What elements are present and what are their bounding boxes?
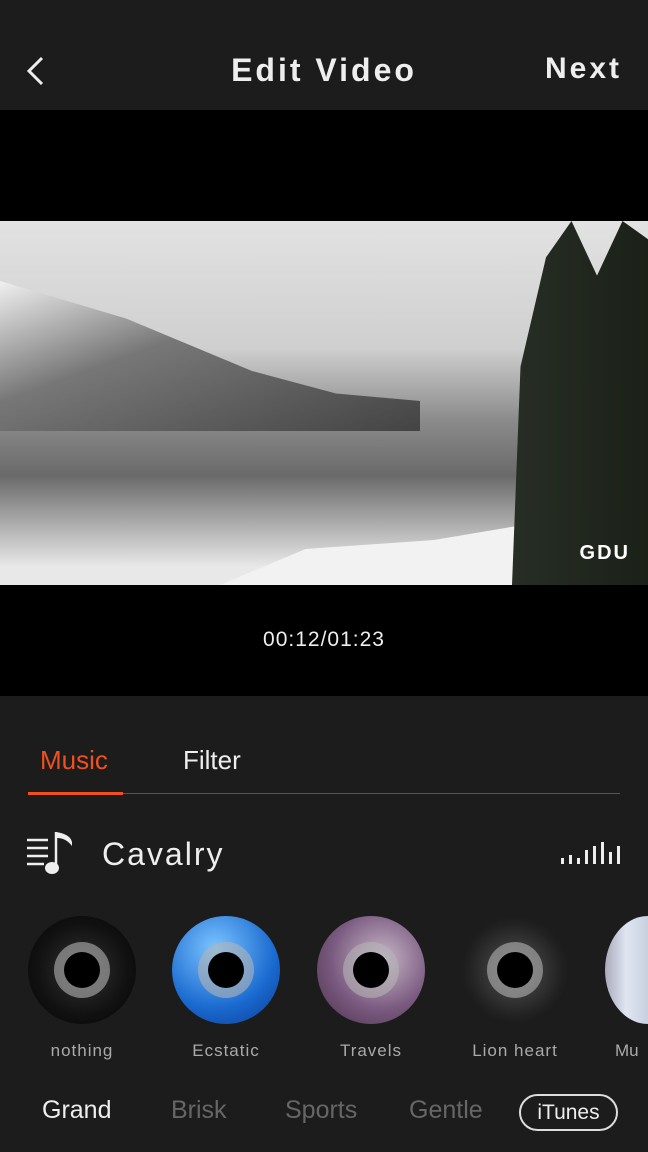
gdu-watermark: GDU bbox=[579, 542, 630, 564]
tab-filter[interactable]: Filter bbox=[183, 745, 241, 776]
music-label: Travels bbox=[339, 1041, 403, 1060]
disc-cover bbox=[605, 916, 648, 1024]
video-preview[interactable]: GDU bbox=[0, 221, 648, 585]
music-list: nothing Ecstatic Travels Lion heart Mu bbox=[0, 916, 648, 1066]
playlist-music-icon[interactable] bbox=[26, 828, 76, 878]
music-item-nothing[interactable]: nothing bbox=[28, 916, 136, 1061]
music-label: nothing bbox=[50, 1041, 114, 1060]
itunes-button[interactable]: iTunes bbox=[519, 1094, 618, 1131]
music-item-ecstatic[interactable]: Ecstatic bbox=[172, 916, 280, 1061]
category-sports[interactable]: Sports bbox=[285, 1096, 357, 1125]
mountain-scene bbox=[0, 281, 420, 431]
edit-tabs: Music Filter bbox=[28, 745, 620, 795]
next-button[interactable]: Next bbox=[545, 52, 622, 86]
disc-cover bbox=[172, 916, 280, 1024]
current-track: Cavalry bbox=[26, 828, 622, 878]
tab-music[interactable]: Music bbox=[40, 745, 108, 776]
music-label: Lion heart bbox=[472, 1041, 558, 1060]
music-item-travels[interactable]: Travels bbox=[317, 916, 425, 1061]
music-categories: Grand Brisk Sports Gentle iTunes bbox=[0, 1094, 648, 1134]
vinyl-disc-icon bbox=[28, 916, 136, 1024]
music-label: Ecstatic bbox=[192, 1041, 260, 1060]
music-label: Mu bbox=[615, 1041, 639, 1060]
active-tab-indicator bbox=[28, 792, 123, 795]
track-name: Cavalry bbox=[102, 836, 225, 872]
category-gentle[interactable]: Gentle bbox=[409, 1096, 483, 1125]
category-brisk[interactable]: Brisk bbox=[171, 1096, 227, 1125]
music-item-lion-heart[interactable]: Lion heart bbox=[461, 916, 569, 1061]
category-grand[interactable]: Grand bbox=[42, 1096, 111, 1125]
music-item-mu[interactable]: Mu bbox=[605, 916, 648, 1061]
playback-time: 00:12/01:23 bbox=[263, 628, 385, 651]
top-bar: Edit Video Next bbox=[0, 0, 648, 110]
disc-cover bbox=[461, 916, 569, 1024]
volume-equalizer-icon[interactable] bbox=[561, 842, 620, 864]
disc-cover bbox=[317, 916, 425, 1024]
